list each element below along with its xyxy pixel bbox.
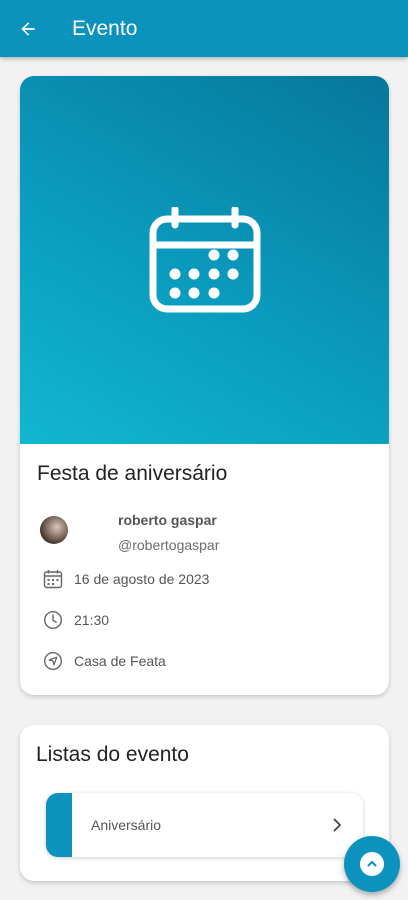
chevron-right-icon	[325, 813, 349, 837]
navigation-icon	[42, 650, 64, 672]
event-title: Festa de aniversário	[37, 462, 228, 485]
page-title: Evento	[72, 16, 138, 40]
arrow-left-icon	[21, 21, 35, 36]
organizer-name: roberto gaspar	[118, 512, 217, 528]
event-location-row: Casa de Feata	[42, 649, 166, 673]
scroll-top-button[interactable]	[344, 836, 400, 892]
event-date-row: 16 de agosto de 2023	[42, 567, 209, 591]
app-bar: Evento	[0, 0, 408, 57]
event-location: Casa de Feata	[74, 653, 166, 669]
calendar-icon	[149, 207, 260, 313]
event-time: 21:30	[74, 612, 110, 628]
clock-icon	[42, 609, 64, 631]
event-date: 16 de agosto de 2023	[74, 571, 210, 587]
back-button[interactable]	[0, 0, 56, 57]
list-item-label: Aniversário	[91, 817, 162, 833]
event-hero-banner	[20, 76, 389, 444]
event-card: Festa de aniversário roberto gaspar @rob…	[20, 76, 389, 695]
chevron-up-icon	[360, 852, 384, 876]
event-time-row: 21:30	[42, 608, 109, 632]
list-item-accent	[46, 793, 72, 857]
calendar-small-icon	[42, 568, 64, 590]
event-lists-card: Listas do evento Aniversário	[20, 725, 389, 881]
lists-section-title: Listas do evento	[36, 743, 189, 766]
avatar[interactable]	[40, 516, 68, 544]
organizer-handle: @robertogaspar	[118, 537, 220, 553]
organizer: roberto gaspar @robertogaspar	[40, 512, 370, 560]
list-item[interactable]: Aniversário	[46, 793, 363, 857]
